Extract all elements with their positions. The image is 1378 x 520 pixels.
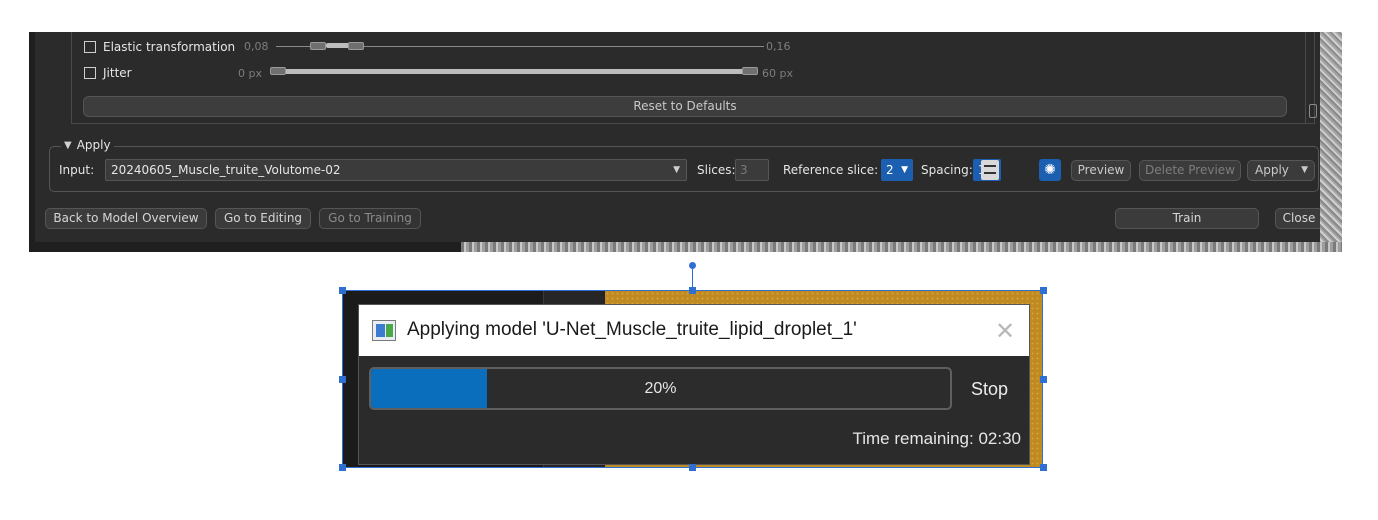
panel-content: Elastic transformation 0,08 0,16 Jitter … (35, 32, 1335, 242)
reference-slice-label: Reference slice: (783, 163, 879, 177)
close-button[interactable]: Close (1275, 208, 1323, 229)
slices-label: Slices: (697, 163, 736, 177)
preview-button[interactable]: Preview (1071, 160, 1131, 181)
collapse-triangle-icon[interactable]: ▼ (64, 140, 72, 151)
resize-handle-left[interactable] (339, 376, 346, 383)
reference-slice-value: 2 (886, 163, 894, 177)
apply-group-title: Apply (76, 138, 111, 152)
spacing-label: Spacing: (921, 163, 973, 177)
delete-preview-button[interactable]: Delete Preview (1139, 160, 1241, 181)
resize-handle-bottom-left[interactable] (339, 464, 346, 471)
jitter-row: Jitter (84, 65, 132, 81)
elastic-slider-max-handle[interactable] (348, 42, 364, 50)
slices-field[interactable]: 3 (735, 159, 769, 181)
jitter-slider-range (284, 69, 756, 74)
settings-gear-icon[interactable]: ✺ (1039, 159, 1061, 181)
reference-slice-select[interactable]: 2 ▼ (881, 159, 913, 181)
reset-defaults-button[interactable]: Reset to Defaults (83, 96, 1287, 117)
elastic-max-value: 0,16 (766, 40, 791, 53)
resize-handle-top-left[interactable] (339, 287, 346, 294)
resize-handle-bottom-right[interactable] (1040, 464, 1047, 471)
back-to-model-overview-button[interactable]: Back to Model Overview (45, 208, 207, 229)
train-button[interactable]: Train (1115, 208, 1259, 229)
vertical-scrollbar[interactable] (1305, 32, 1321, 124)
resize-handle-right[interactable] (1040, 376, 1047, 383)
background-image-strip (1320, 32, 1342, 252)
elastic-checkbox[interactable] (84, 41, 96, 53)
elastic-slider-min-handle[interactable] (310, 42, 326, 50)
resize-handle-top-right[interactable] (1040, 287, 1047, 294)
apply-button[interactable]: Apply ▼ (1247, 160, 1315, 181)
jitter-slider-max-handle[interactable] (742, 67, 758, 75)
elastic-label: Elastic transformation (103, 40, 236, 54)
dropdown-arrow-icon: ▼ (1301, 165, 1308, 175)
jitter-slider-min-handle[interactable] (270, 67, 286, 75)
jitter-checkbox[interactable] (84, 67, 96, 79)
input-dataset-value: 20240605_Muscle_truite_Volutome-02 (111, 163, 341, 177)
selection-frame (342, 290, 1043, 468)
segmentation-wizard-panel: Elastic transformation 0,08 0,16 Jitter … (29, 32, 1342, 252)
jitter-min-value: 0 px (238, 67, 262, 80)
resize-handle-top[interactable] (689, 287, 696, 294)
elastic-min-value: 0,08 (244, 40, 269, 53)
scrollbar-thumb[interactable] (1309, 104, 1317, 118)
dropdown-arrow-icon: ▼ (673, 165, 680, 175)
go-to-editing-button[interactable]: Go to Editing (215, 208, 311, 229)
input-label: Input: (59, 163, 95, 177)
input-dataset-select[interactable]: 20240605_Muscle_truite_Volutome-02 ▼ (105, 159, 687, 181)
jitter-label: Jitter (103, 66, 132, 80)
apply-button-label: Apply (1255, 163, 1289, 177)
dropdown-arrow-icon: ▼ (901, 165, 908, 175)
background-image-strip (461, 242, 1342, 252)
elastic-row: Elastic transformation (84, 39, 235, 55)
spacing-stepper[interactable] (981, 160, 999, 180)
jitter-max-value: 60 px (762, 67, 793, 80)
resize-handle-bottom[interactable] (689, 464, 696, 471)
go-to-training-button[interactable]: Go to Training (319, 208, 421, 229)
apply-group-header[interactable]: ▼ Apply (61, 138, 114, 152)
